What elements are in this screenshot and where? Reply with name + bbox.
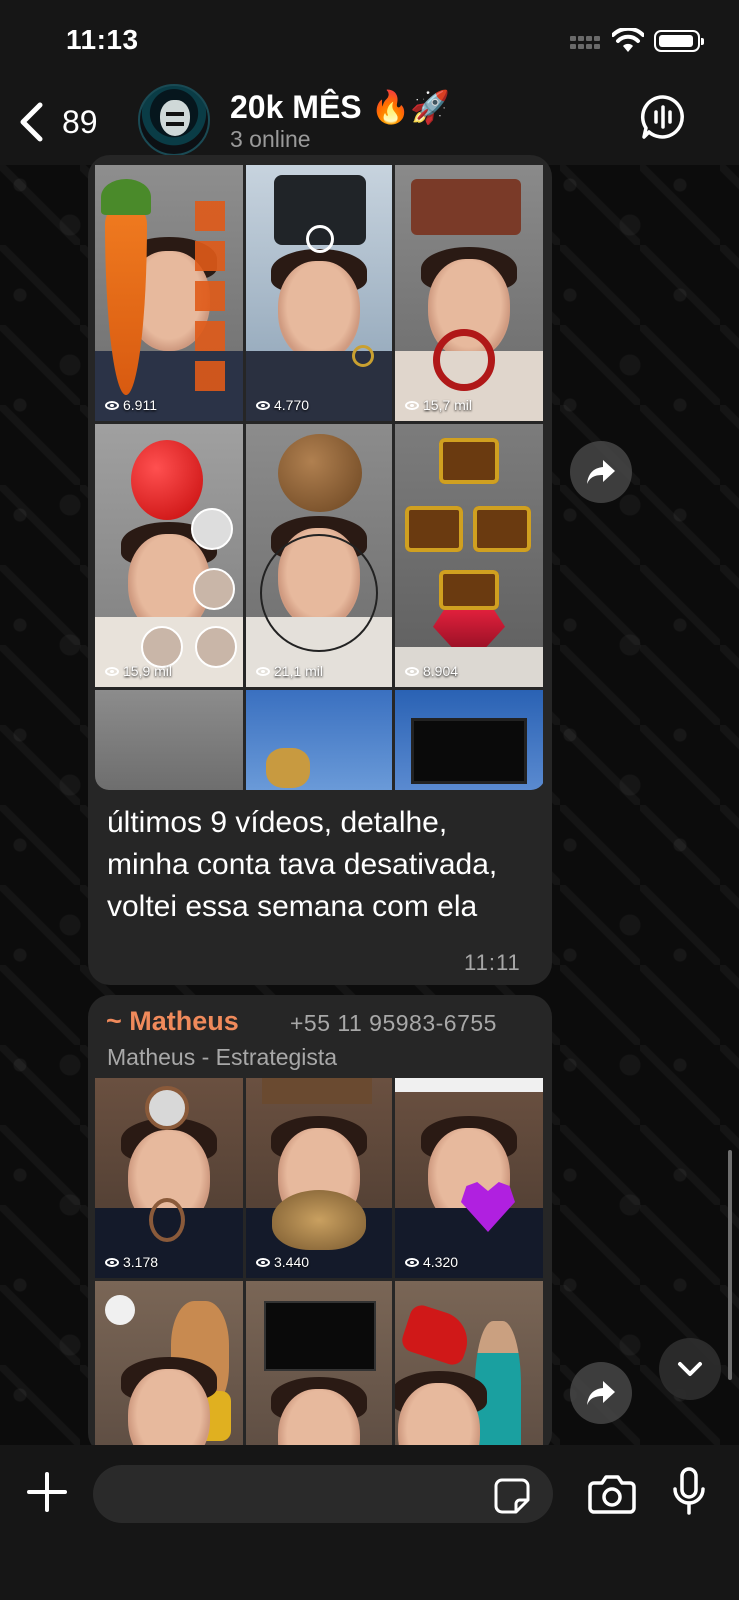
chevron-left-icon <box>20 102 43 142</box>
status-bar: 11:13 <box>0 0 739 80</box>
video-thumbnail[interactable]: 3.440 <box>246 1078 392 1278</box>
sender-phone: +55 11 95983-6755 <box>290 1010 497 1036</box>
battery-icon <box>654 30 704 52</box>
eye-icon <box>256 400 270 410</box>
video-thumbnail[interactable] <box>395 690 543 790</box>
video-thumbnail[interactable]: 4.770 <box>246 165 392 421</box>
media-grid: 6.911 4.770 15,7 mil 15,9 mil 21,1 mil 8… <box>95 165 545 790</box>
plus-icon[interactable] <box>26 1471 68 1513</box>
sender-name[interactable]: ~ Matheus <box>106 1006 239 1037</box>
message-caption: últimos 9 vídeos, detalhe, minha conta t… <box>107 806 498 923</box>
voice-chat-icon[interactable] <box>640 94 686 140</box>
video-thumbnail[interactable] <box>95 1281 243 1453</box>
cellular-signal-icon <box>570 36 602 50</box>
forward-button[interactable] <box>570 441 632 503</box>
view-count: 15,7 mil <box>405 397 472 413</box>
forward-button[interactable] <box>570 1362 632 1424</box>
view-count: 3.178 <box>105 1254 158 1270</box>
chevron-down-icon <box>678 1362 702 1376</box>
video-thumbnail[interactable] <box>246 1281 392 1453</box>
chat-subtitle: 3 online <box>230 126 311 152</box>
video-thumbnail[interactable]: 6.911 <box>95 165 243 421</box>
video-thumbnail[interactable] <box>395 1281 543 1453</box>
unread-count: 89 <box>62 103 98 140</box>
video-thumbnail[interactable]: 4.320 <box>395 1078 543 1278</box>
eye-icon <box>405 400 419 410</box>
eye-icon <box>105 1257 119 1267</box>
eye-icon <box>105 400 119 410</box>
mic-icon[interactable] <box>672 1467 706 1517</box>
video-thumbnail[interactable]: 8.904 <box>395 424 543 687</box>
group-avatar[interactable] <box>138 84 210 156</box>
chat-title[interactable]: 20k MÊS 🔥🚀 <box>230 88 450 126</box>
video-thumbnail[interactable]: 15,7 mil <box>395 165 543 421</box>
eye-icon <box>405 1257 419 1267</box>
view-count: 6.911 <box>105 397 157 413</box>
forward-icon <box>587 460 615 484</box>
camera-icon[interactable] <box>588 1474 636 1514</box>
video-thumbnail[interactable] <box>246 690 392 790</box>
eye-icon <box>405 666 419 676</box>
video-thumbnail[interactable]: 21,1 mil <box>246 424 392 687</box>
wifi-icon <box>612 28 644 52</box>
message-time: 11:11 <box>464 950 521 975</box>
sticker-icon[interactable] <box>494 1478 530 1514</box>
video-thumbnail[interactable] <box>95 690 243 790</box>
view-count: 4.770 <box>256 397 309 413</box>
view-count: 8.904 <box>405 663 458 679</box>
message-input[interactable] <box>93 1465 553 1523</box>
message-composer <box>0 1445 739 1600</box>
scroll-to-bottom-button[interactable] <box>659 1338 721 1400</box>
media-grid: 3.178 3.440 4.320 <box>95 1078 545 1453</box>
view-count: 21,1 mil <box>256 663 323 679</box>
video-thumbnail[interactable]: 15,9 mil <box>95 424 243 687</box>
eye-icon <box>105 666 119 676</box>
view-count: 15,9 mil <box>105 663 172 679</box>
view-count: 4.320 <box>405 1254 458 1270</box>
chat-header: 89 20k MÊS 🔥🚀 3 online <box>0 80 739 165</box>
view-count: 3.440 <box>256 1254 309 1270</box>
eye-icon <box>256 666 270 676</box>
sender-role: Matheus - Estrategista <box>107 1044 338 1070</box>
eye-icon <box>256 1257 270 1267</box>
video-thumbnail[interactable]: 3.178 <box>95 1078 243 1278</box>
status-time: 11:13 <box>66 24 139 55</box>
back-button[interactable]: 89 <box>18 102 98 142</box>
scrollbar[interactable] <box>728 1150 732 1380</box>
forward-icon <box>587 1381 615 1405</box>
